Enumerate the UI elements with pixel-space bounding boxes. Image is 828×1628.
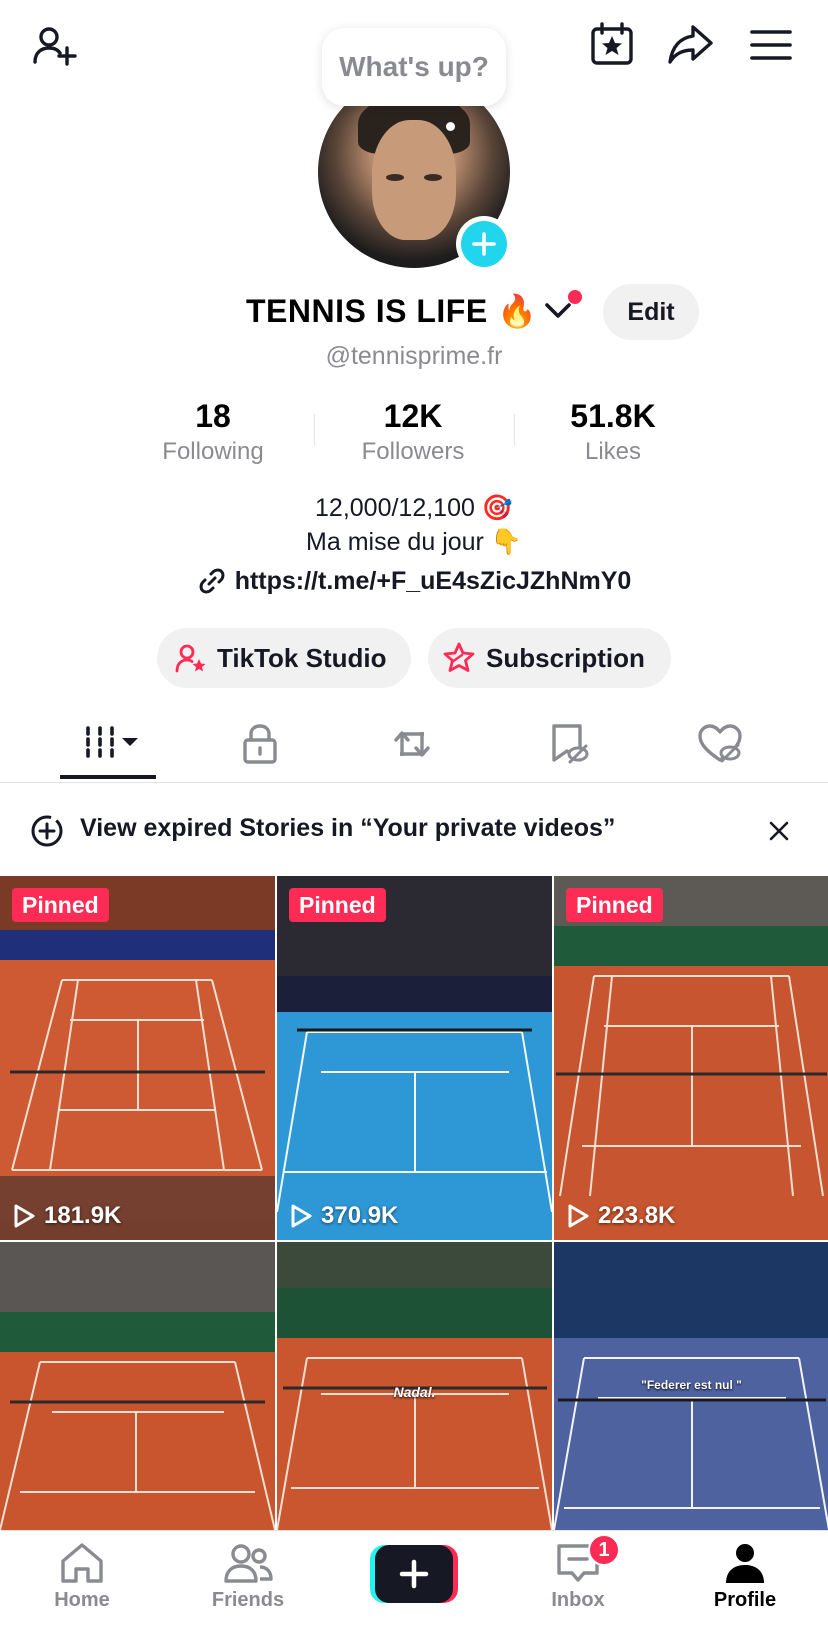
video-thumbnail[interactable]: Pinned 370.9K (277, 876, 552, 1240)
studio-icon (175, 644, 206, 673)
followers-count: 12K (383, 398, 443, 434)
create-button[interactable] (370, 1545, 458, 1603)
pinned-badge: Pinned (289, 888, 386, 922)
menu-icon[interactable] (746, 20, 796, 70)
repost-icon (394, 731, 430, 757)
video-thumbnail[interactable]: Pinned 181.9K (0, 876, 275, 1240)
view-count-text: 181.9K (44, 1202, 122, 1229)
status-bubble[interactable]: What's up? (322, 28, 506, 106)
nav-home-label: Home (54, 1589, 110, 1611)
subscription-star-icon (443, 642, 475, 672)
tab-videos[interactable] (58, 705, 158, 783)
tiktok-studio-button[interactable]: TikTok Studio (157, 628, 411, 688)
profile-page: What's up? TENNIS IS LIFE 🔥 Edit @tennis… (0, 0, 828, 1628)
status-bubble-text: What's up? (339, 51, 489, 82)
home-icon (61, 1543, 103, 1583)
add-friend-icon[interactable] (26, 18, 82, 74)
create-plus-icon (370, 1545, 458, 1603)
username-handle: @tennisprime.fr (325, 342, 503, 370)
following-count: 18 (195, 398, 231, 434)
tiktok-studio-label: TikTok Studio (217, 642, 387, 673)
nav-inbox-label: Inbox (551, 1589, 605, 1611)
edit-profile-button[interactable]: Edit (603, 284, 699, 340)
pinned-badge: Pinned (12, 888, 109, 922)
stats-row: 18 Following 12K Followers 51.8K Likes (0, 398, 828, 468)
inbox-count-badge: 1 (588, 1534, 620, 1566)
tab-liked[interactable] (670, 705, 770, 783)
video-thumbnail[interactable]: "Federer est nul " (554, 1242, 828, 1530)
likes-label: Likes (584, 438, 642, 465)
bio-link-text: https://t.me/+F_uE4sZicJZhNmY0 (234, 566, 632, 595)
video-caption: "Federer est nul " (641, 1378, 742, 1392)
following-label: Following (162, 438, 264, 465)
bio-line-2: Ma mise du jour 👇 (306, 528, 522, 556)
stat-followers[interactable]: 12K Followers (313, 398, 513, 466)
share-icon[interactable] (664, 18, 716, 70)
link-icon (199, 568, 225, 594)
add-story-button[interactable] (456, 216, 512, 272)
bookmark-hidden-icon (552, 724, 589, 764)
play-icon (14, 1204, 35, 1228)
nav-profile-label: Profile (713, 1589, 777, 1611)
followers-label: Followers (361, 438, 465, 465)
heart-hidden-icon (698, 724, 742, 763)
video-thumbnail[interactable] (0, 1242, 275, 1530)
view-count: 223.8K (566, 1202, 675, 1230)
video-thumbnail[interactable]: Nadal. (277, 1242, 552, 1530)
display-name[interactable]: TENNIS IS LIFE 🔥 (246, 292, 537, 330)
bottom-nav: Home Friends Inbox Profile (0, 1530, 828, 1628)
profile-icon (726, 1544, 764, 1583)
play-icon (291, 1204, 312, 1228)
play-icon (568, 1204, 589, 1228)
nav-friends-label: Friends (211, 1589, 285, 1611)
bubble-tail (446, 122, 455, 131)
nav-friends[interactable]: Friends (193, 1541, 303, 1628)
subscription-button[interactable]: Subscription (428, 628, 671, 688)
tab-reposts[interactable] (362, 705, 462, 783)
bio-line-1: 12,000/12,100 🎯 (315, 494, 513, 522)
video-grid: Pinned 181.9K Pinned 370.9K Pinned 223.8… (0, 876, 828, 1530)
lock-icon (243, 724, 277, 764)
stat-likes[interactable]: 51.8K Likes (513, 398, 713, 466)
friends-icon (224, 1544, 273, 1583)
nav-profile[interactable]: Profile (690, 1541, 800, 1628)
view-count: 181.9K (12, 1202, 121, 1230)
view-count-text: 370.9K (321, 1202, 399, 1229)
notification-dot (568, 290, 582, 304)
tab-favorites[interactable] (518, 705, 618, 783)
expired-stories-banner[interactable]: View expired Stories in “Your private vi… (0, 790, 828, 872)
likes-count: 51.8K (570, 398, 656, 434)
view-count: 370.9K (289, 1202, 398, 1230)
calendar-star-icon[interactable] (586, 18, 638, 70)
video-thumbnail[interactable]: Pinned 223.8K (554, 876, 828, 1240)
videos-grid-icon (86, 726, 138, 762)
stat-divider (514, 414, 515, 446)
banner-text: View expired Stories in “Your private vi… (80, 814, 616, 842)
pinned-badge: Pinned (566, 888, 663, 922)
tab-private[interactable] (210, 705, 310, 783)
stat-following[interactable]: 18 Following (113, 398, 313, 466)
video-caption: Nadal. (393, 1384, 436, 1400)
subscription-label: Subscription (486, 642, 645, 673)
content-tabs (0, 705, 828, 783)
chevron-down-icon[interactable] (544, 300, 572, 327)
nav-home[interactable]: Home (27, 1541, 137, 1628)
plus-icon (472, 232, 496, 256)
close-icon[interactable] (768, 820, 790, 842)
active-tab-indicator (60, 775, 156, 779)
view-count-text: 223.8K (598, 1202, 676, 1229)
bio-link[interactable]: https://t.me/+F_uE4sZicJZhNmY0 (0, 566, 828, 596)
story-plus-icon (31, 815, 63, 847)
stat-divider (314, 414, 315, 446)
name-row: TENNIS IS LIFE 🔥 (0, 286, 828, 338)
